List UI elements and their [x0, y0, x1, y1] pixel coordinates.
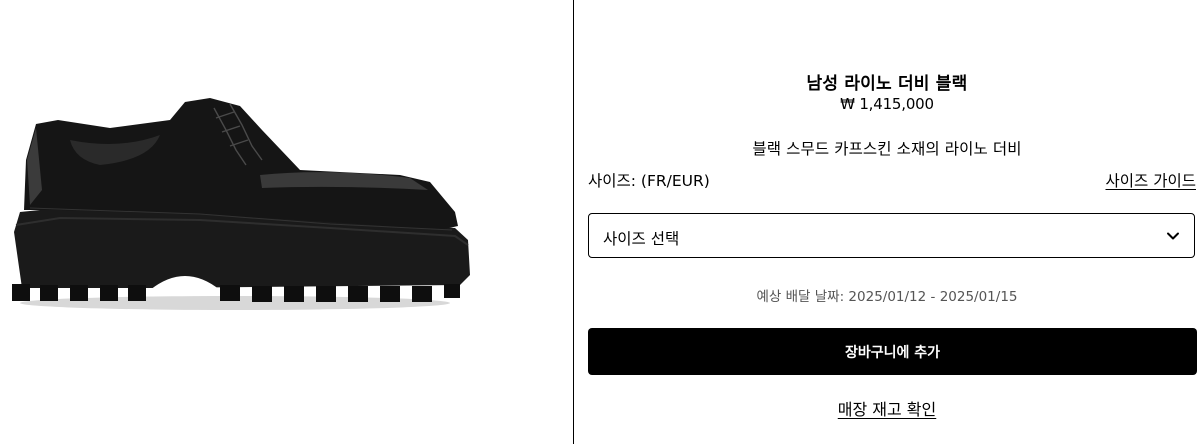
product-description: 블랙 스무드 카프스킨 소재의 라이노 더비	[752, 140, 1022, 158]
add-to-cart-button[interactable]: 장바구니에 추가	[588, 328, 1197, 375]
product-image	[12, 98, 470, 310]
size-label: 사이즈: (FR/EUR)	[588, 172, 710, 190]
product-image-panel	[0, 0, 574, 444]
size-select[interactable]: 사이즈 선택	[588, 213, 1195, 258]
product-title: 남성 라이노 더비 블랙	[806, 74, 968, 94]
size-guide-link[interactable]: 사이즈 가이드	[1106, 169, 1197, 191]
add-to-cart-label: 장바구니에 추가	[844, 344, 941, 361]
product-info-panel: 남성 라이노 더비 블랙 ₩ 1,415,000 블랙 스무드 카프스킨 소재의…	[574, 0, 1200, 444]
delivery-estimate: 예상 배달 날짜: 2025/01/12 - 2025/01/15	[756, 289, 1018, 305]
product-price: ₩ 1,415,000	[840, 95, 934, 113]
size-select-value: 사이즈 선택	[603, 230, 680, 248]
chevron-down-icon	[1167, 232, 1179, 240]
check-store-stock-link[interactable]: 매장 재고 확인	[574, 396, 1200, 420]
